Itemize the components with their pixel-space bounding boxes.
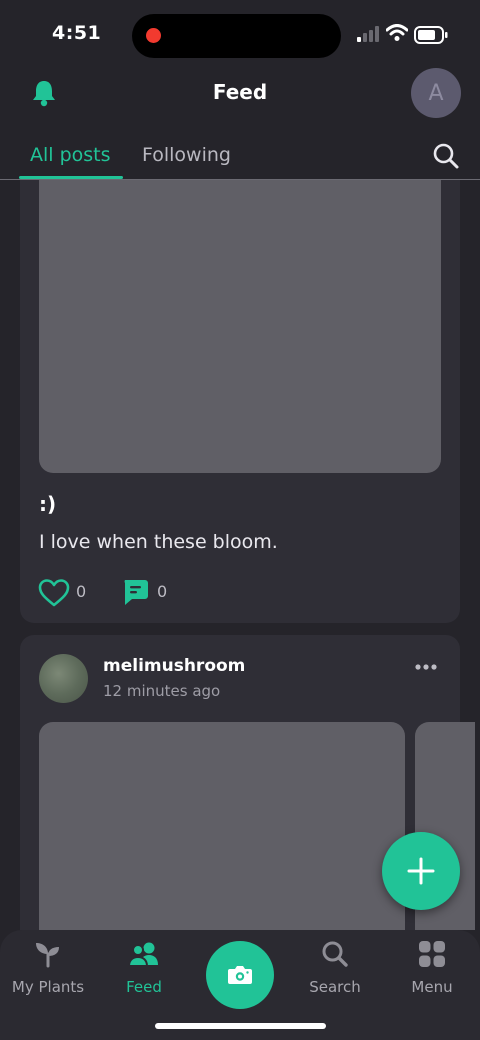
people-icon <box>127 942 158 967</box>
post-photo[interactable] <box>39 722 405 930</box>
wifi-icon <box>386 24 408 41</box>
status-time: 4:51 <box>52 22 102 44</box>
post-timestamp: 12 minutes ago <box>103 682 221 700</box>
tab-all-posts[interactable]: All posts <box>30 144 111 166</box>
nav-label: Menu <box>411 978 453 996</box>
nav-label: My Plants <box>11 978 85 996</box>
nav-search[interactable]: Search <box>287 940 383 996</box>
nav-my-plants[interactable]: My Plants <box>0 940 96 996</box>
search-icon[interactable] <box>432 142 460 170</box>
cellular-signal-icon <box>357 26 379 42</box>
post-title: :) <box>39 492 57 516</box>
heart-icon[interactable] <box>38 578 70 608</box>
create-post-button[interactable] <box>382 832 460 910</box>
post-photo[interactable] <box>39 180 441 473</box>
camera-button[interactable] <box>206 941 274 1009</box>
plus-icon <box>407 857 435 885</box>
page-title: Feed <box>212 80 268 104</box>
comment-icon[interactable] <box>121 578 149 606</box>
feed-list[interactable]: :) I love when these bloom. 0 0 melimush… <box>0 180 480 930</box>
dynamic-island <box>132 14 341 58</box>
nav-label: Search <box>309 978 361 996</box>
like-count: 0 <box>76 582 87 601</box>
recording-dot <box>146 28 161 43</box>
more-options-icon[interactable] <box>415 663 437 671</box>
post-card[interactable]: :) I love when these bloom. 0 0 <box>20 180 460 623</box>
tab-following[interactable]: Following <box>142 144 231 166</box>
author-name[interactable]: melimushroom <box>103 656 245 676</box>
home-indicator <box>155 1023 326 1029</box>
grid-icon <box>419 941 445 967</box>
profile-avatar[interactable]: A <box>411 68 461 118</box>
nav-label: Feed <box>126 978 162 996</box>
post-text: I love when these bloom. <box>39 531 278 553</box>
sprout-icon <box>36 943 59 968</box>
camera-icon <box>228 966 252 984</box>
author-avatar[interactable] <box>39 654 88 703</box>
search-icon <box>322 941 348 967</box>
battery-icon <box>414 26 448 44</box>
comment-count: 0 <box>157 582 168 601</box>
nav-menu[interactable]: Menu <box>384 940 480 996</box>
nav-feed[interactable]: Feed <box>96 940 192 996</box>
